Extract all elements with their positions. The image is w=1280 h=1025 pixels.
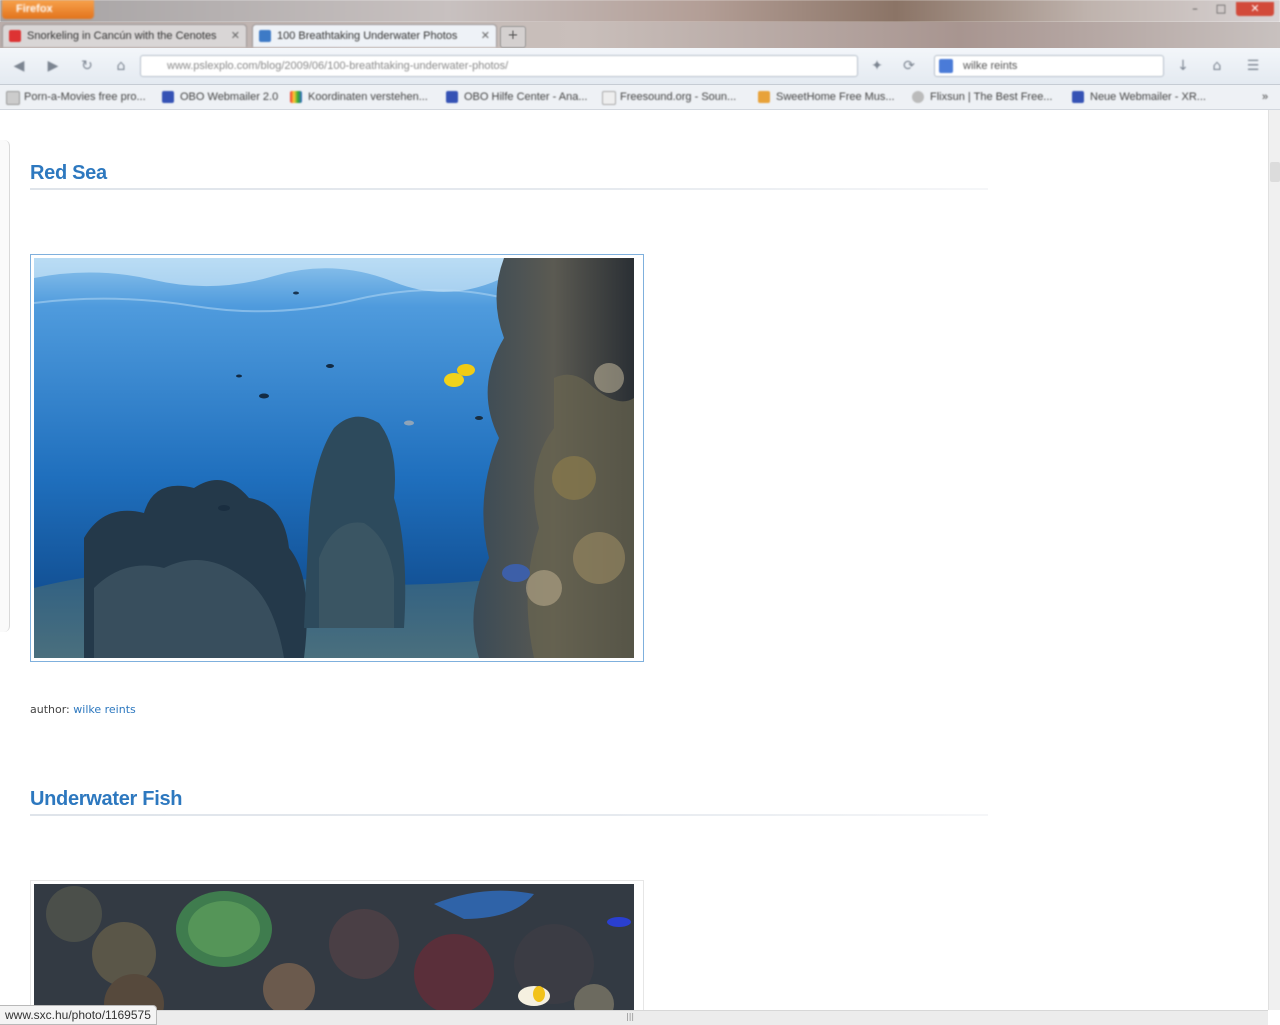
youtube-favicon-icon xyxy=(9,30,21,42)
navigation-toolbar: ◀ ▶ ↻ ⌂ www.pslexplo.com/blog/2009/06/10… xyxy=(0,48,1280,85)
bookmarks-toolbar: Porn-a-Movies free pro... OBO Webmailer … xyxy=(0,85,1280,110)
maximize-button[interactable]: □ xyxy=(1210,2,1232,16)
back-arrow-icon[interactable]: ◀ xyxy=(10,57,28,75)
menu-icon[interactable]: ☰ xyxy=(1244,57,1262,75)
title-divider xyxy=(30,814,988,816)
window-titlebar: Firefox – □ ✕ xyxy=(0,0,1280,22)
search-engine-icon[interactable] xyxy=(939,59,953,73)
bookmark-item[interactable]: Freesound.org - Soun... xyxy=(602,89,736,105)
section-title-underwater-fish[interactable]: Underwater Fish xyxy=(30,788,183,811)
underwater-fish-image xyxy=(34,884,634,1010)
bookmark-item[interactable]: Porn-a-Movies free pro... xyxy=(6,89,146,105)
bookmark-site-icon xyxy=(912,91,924,103)
tab-strip: Snorkeling in Cancún with the Cenotes ✕ … xyxy=(0,22,1280,48)
left-sidebar-edge xyxy=(0,140,10,632)
page-favicon-icon xyxy=(259,30,271,42)
bookmark-item[interactable]: SweetHome Free Mus... xyxy=(758,89,895,105)
close-window-button[interactable]: ✕ xyxy=(1236,2,1274,16)
minimize-button[interactable]: – xyxy=(1184,2,1206,16)
bookmark-item[interactable]: OBO Hilfe Center - Ana... xyxy=(446,89,588,105)
forward-arrow-icon[interactable]: ▶ xyxy=(44,57,62,75)
search-input[interactable]: wilke reints xyxy=(934,55,1164,77)
window-controls: – □ ✕ xyxy=(1184,2,1274,16)
downloads-icon[interactable]: ↓ xyxy=(1174,57,1192,75)
bookmark-item[interactable]: Neue Webmailer - XR... xyxy=(1072,89,1206,105)
close-tab-icon[interactable]: ✕ xyxy=(231,25,240,47)
home-page-icon[interactable]: ⌂ xyxy=(1208,57,1226,75)
bird-addon-icon[interactable]: ✦ xyxy=(868,57,886,75)
photo-author-credit: author: wilke reints xyxy=(30,703,136,716)
bookmark-item[interactable]: Koordinaten verstehen... xyxy=(290,89,428,105)
link-status-url: www.sxc.hu/photo/1169575 xyxy=(0,1005,157,1025)
author-link[interactable]: wilke reints xyxy=(73,703,135,716)
reload-icon[interactable]: ↻ xyxy=(78,57,96,75)
bookmark-site-icon xyxy=(162,91,174,103)
red-sea-photo[interactable] xyxy=(34,258,634,658)
vertical-scrollbar[interactable] xyxy=(1268,110,1280,1010)
bookmark-page-icon xyxy=(602,91,616,105)
page-viewport: Red Sea author: wilke reints Underwater … xyxy=(0,110,1268,1010)
underwater-fish-photo-frame[interactable] xyxy=(30,880,644,1010)
author-prefix: author: xyxy=(30,703,74,716)
red-sea-photo-frame[interactable] xyxy=(30,254,644,662)
bookmarks-overflow-chevron-icon[interactable]: » xyxy=(1262,89,1268,105)
tab-snorkeling[interactable]: Snorkeling in Cancún with the Cenotes ✕ xyxy=(2,24,247,47)
home-icon[interactable]: ⌂ xyxy=(112,57,130,75)
search-query-text: wilke reints xyxy=(963,60,1018,72)
sync-icon[interactable]: ⟳ xyxy=(900,57,918,75)
bookmark-site-icon xyxy=(1072,91,1084,103)
bookmark-page-icon xyxy=(6,91,20,105)
bookmark-site-icon xyxy=(758,91,770,103)
scrollbar-thumb[interactable] xyxy=(1270,162,1280,182)
close-tab-icon[interactable]: ✕ xyxy=(481,25,490,47)
title-divider xyxy=(30,188,988,190)
red-sea-underwater-image xyxy=(34,258,634,658)
section-title-red-sea[interactable]: Red Sea xyxy=(30,162,107,185)
bookmark-item[interactable]: Flixsun | The Best Free... xyxy=(912,89,1052,105)
tab-label: 100 Breathtaking Underwater Photos xyxy=(277,30,458,42)
firefox-menu-button[interactable]: Firefox xyxy=(2,0,94,19)
tab-underwater-photos[interactable]: 100 Breathtaking Underwater Photos ✕ xyxy=(252,24,497,47)
scrollbar-grip-icon[interactable]: ||| xyxy=(626,1012,634,1021)
underwater-fish-photo[interactable] xyxy=(34,884,634,1010)
bookmark-item[interactable]: OBO Webmailer 2.0 xyxy=(162,89,278,105)
bookmark-site-icon xyxy=(446,91,458,103)
tab-label: Snorkeling in Cancún with the Cenotes xyxy=(27,30,217,42)
new-tab-button[interactable]: + xyxy=(500,26,526,48)
address-bar[interactable]: www.pslexplo.com/blog/2009/06/100-breath… xyxy=(140,55,858,77)
google-icon xyxy=(290,91,302,103)
